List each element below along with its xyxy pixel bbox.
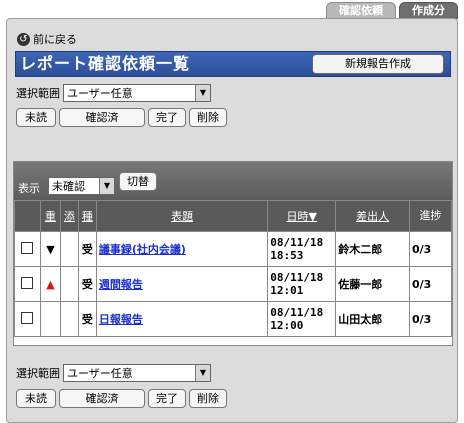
filter-value: 未確認 xyxy=(52,180,85,193)
col-progress: 進捗 xyxy=(409,200,452,232)
back-link[interactable]: ↺ 前に戻る xyxy=(17,31,77,47)
col-datetime[interactable]: 日時▼ xyxy=(267,200,337,232)
display-label: 表示 xyxy=(18,182,40,195)
table-row: ▲ 受 週間報告 08/11/18 12:01 佐藤一郎 0/3 xyxy=(14,266,452,302)
table-row: ▼ 受 議事録(社内会議) 08/11/18 18:53 鈴木二郎 0/3 xyxy=(14,231,452,267)
sender-cell: 佐藤一郎 xyxy=(335,266,410,302)
chevron-down-icon: ▼ xyxy=(195,365,210,381)
scope-select[interactable]: ユーザー任意 ▼ xyxy=(63,364,211,382)
progress-cell: 0/3 xyxy=(409,301,452,337)
back-label: 前に戻る xyxy=(33,33,77,46)
date-text: 08/11/18 xyxy=(270,306,324,319)
scope-label: 選択範囲 xyxy=(16,367,60,380)
col-attach[interactable]: 添 xyxy=(59,200,79,232)
tab-created[interactable]: 作成分 xyxy=(399,2,458,19)
sender-cell: 鈴木二郎 xyxy=(335,231,410,267)
list-header: 表示 未確認 ▼ 切替 xyxy=(14,162,452,200)
chevron-down-icon: ▼ xyxy=(99,178,114,194)
time-text: 12:00 xyxy=(270,319,304,332)
top-tabs: 確認依頼 作成分 xyxy=(326,2,458,19)
delete-button[interactable]: 削除 xyxy=(189,389,227,408)
scope-value: ユーザー任意 xyxy=(67,87,133,100)
attach-cell xyxy=(59,266,79,302)
report-table: 重 添 種 表題 日時▼ 差出人 進捗 ▼ 受 議事録(社内会議) 08/11/… xyxy=(14,200,452,337)
triangle-up-icon: ▲ xyxy=(46,277,55,291)
col-kind[interactable]: 種 xyxy=(77,200,97,232)
scope-top: 選択範囲 ユーザー任意 ▼ xyxy=(16,84,211,102)
row-checkbox[interactable] xyxy=(21,276,34,289)
progress-cell: 0/3 xyxy=(409,266,452,302)
tab-confirm-requests[interactable]: 確認依頼 xyxy=(326,2,396,19)
scope-bottom: 選択範囲 ユーザー任意 ▼ xyxy=(16,364,211,382)
scope-value: ユーザー任意 xyxy=(67,367,133,380)
subject-link[interactable]: 週間報告 xyxy=(99,278,143,291)
subject-link[interactable]: 議事録(社内会議) xyxy=(99,243,186,256)
attach-cell xyxy=(59,301,79,337)
row-checkbox[interactable] xyxy=(21,311,34,324)
action-row-bottom: 未読 確認済 完了 削除 xyxy=(16,389,227,408)
date-text: 08/11/18 xyxy=(270,271,324,284)
new-report-button[interactable]: 新規報告作成 xyxy=(312,54,444,74)
col-subject[interactable]: 表題 xyxy=(95,200,269,232)
progress-cell: 0/3 xyxy=(409,231,452,267)
scope-label: 選択範囲 xyxy=(16,87,60,100)
subject-link[interactable]: 日報報告 xyxy=(99,313,143,326)
kind-cell: 受 xyxy=(77,301,97,337)
unread-button[interactable]: 未読 xyxy=(16,108,56,127)
title-bar: レポート確認依頼一覧 新規報告作成 xyxy=(15,51,451,77)
report-list: 表示 未確認 ▼ 切替 重 添 種 表題 日時▼ 差出人 進捗 ▼ 受 議事録(… xyxy=(13,161,453,346)
kind-cell: 受 xyxy=(77,266,97,302)
delete-button[interactable]: 削除 xyxy=(189,108,227,127)
switch-button[interactable]: 切替 xyxy=(119,172,157,191)
date-text: 08/11/18 xyxy=(270,236,324,249)
confirmed-button[interactable]: 確認済 xyxy=(59,108,145,127)
col-importance[interactable]: 重 xyxy=(39,200,61,232)
confirmed-button[interactable]: 確認済 xyxy=(59,389,145,408)
back-arrow-icon: ↺ xyxy=(17,32,30,46)
time-text: 12:01 xyxy=(270,284,304,297)
time-text: 18:53 xyxy=(270,249,304,262)
importance-cell xyxy=(39,301,61,337)
sender-cell: 山田太郎 xyxy=(335,301,410,337)
kind-cell: 受 xyxy=(77,231,97,267)
row-checkbox[interactable] xyxy=(21,241,34,254)
attach-cell xyxy=(59,231,79,267)
table-row: 受 日報報告 08/11/18 12:00 山田太郎 0/3 xyxy=(14,301,452,337)
col-sender[interactable]: 差出人 xyxy=(335,200,410,232)
filter-select[interactable]: 未確認 ▼ xyxy=(48,177,115,195)
unread-button[interactable]: 未読 xyxy=(16,389,56,408)
table-header-row: 重 添 種 表題 日時▼ 差出人 進捗 xyxy=(14,200,452,232)
scope-select[interactable]: ユーザー任意 ▼ xyxy=(63,84,211,102)
done-button[interactable]: 完了 xyxy=(148,389,186,408)
page-title: レポート確認依頼一覧 xyxy=(20,54,191,73)
main-panel: ↺ 前に戻る レポート確認依頼一覧 新規報告作成 選択範囲 ユーザー任意 ▼ 未… xyxy=(6,18,458,423)
col-check xyxy=(14,200,41,232)
chevron-down-icon: ▼ xyxy=(195,85,210,101)
action-row-top: 未読 確認済 完了 削除 xyxy=(16,108,227,127)
triangle-down-icon: ▼ xyxy=(46,242,55,256)
done-button[interactable]: 完了 xyxy=(148,108,186,127)
